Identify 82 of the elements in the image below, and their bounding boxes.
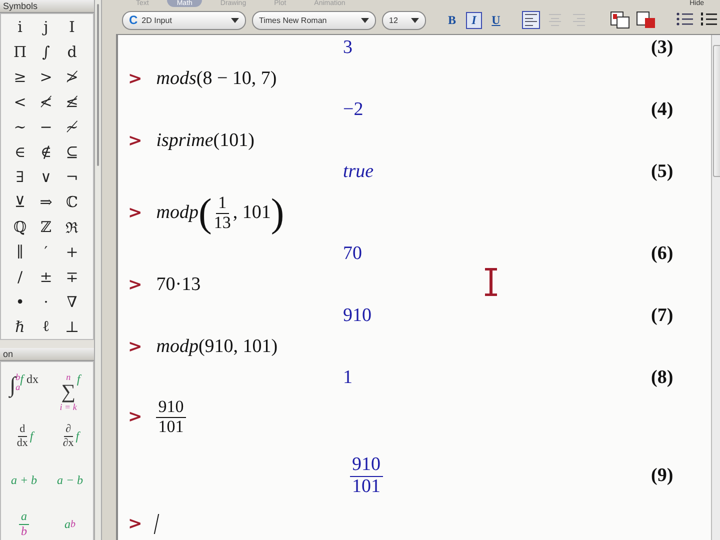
symbol-button[interactable]: ≮ (33, 89, 59, 114)
scrollbar-thumb[interactable] (97, 4, 99, 166)
equation-label: (8) (651, 367, 674, 389)
prompt-marker: > (128, 131, 142, 151)
symbol-button[interactable]: ∉ (33, 139, 59, 164)
symbol-button[interactable]: • (7, 289, 33, 314)
symbol-button[interactable]: d (59, 39, 85, 64)
symbol-button[interactable]: ⊆ (59, 139, 85, 164)
symbol-button[interactable]: ℚ (7, 214, 33, 239)
symbol-button[interactable]: ≥ (7, 64, 33, 89)
symbol-button[interactable]: ℏ (7, 314, 33, 339)
size-dropdown[interactable]: 12 (382, 10, 426, 30)
text-cursor-icon (484, 268, 498, 296)
symbol-button[interactable]: > (33, 64, 59, 89)
math-input[interactable]: modp(910, 101) (156, 336, 278, 358)
symbol-button[interactable]: ∫ (33, 39, 59, 64)
symbol-button[interactable]: + (59, 239, 85, 264)
symbol-button[interactable]: ′ (33, 239, 59, 264)
prompt-marker: > (128, 69, 142, 89)
math-output: 70 (343, 243, 362, 265)
text-style-button[interactable]: I (466, 12, 482, 28)
prompt-marker: > (128, 203, 142, 223)
symbol-button[interactable]: ℜ (59, 214, 85, 239)
symbol-button[interactable]: i (7, 14, 33, 39)
scrollbar-thumb[interactable] (713, 45, 720, 177)
symbol-button[interactable]: ¬ (59, 164, 85, 189)
prompt-marker: > (128, 275, 142, 295)
symbol-button[interactable]: ≯ (59, 64, 85, 89)
symbol-button[interactable]: ∥ (7, 239, 33, 264)
symbol-button[interactable]: ⊥ (59, 314, 85, 339)
symbol-button[interactable]: − (33, 114, 59, 139)
symbol-button[interactable]: ∨ (33, 164, 59, 189)
caret-icon (411, 18, 419, 22)
input-mode-dropdown[interactable]: C 2D Input (122, 10, 246, 30)
math-input[interactable]: isprime(101) (156, 130, 254, 152)
caret-icon (231, 18, 239, 22)
equation-label: (7) (651, 305, 674, 327)
symbol-button[interactable]: I (59, 14, 85, 39)
palette-header[interactable]: on (0, 348, 94, 361)
prompt-marker: > (128, 514, 142, 534)
equation-label: (5) (651, 161, 674, 183)
symbol-button[interactable]: j (33, 14, 59, 39)
fraction-template[interactable]: a b (1, 502, 47, 540)
math-output: 3 (343, 37, 352, 59)
symbol-button[interactable]: ℤ (33, 214, 59, 239)
text-style-button[interactable]: B (444, 12, 460, 28)
symbol-button[interactable]: · (33, 289, 59, 314)
math-output: −2 (343, 99, 364, 121)
equation-label: (3) (651, 37, 674, 59)
align-left-button[interactable] (522, 11, 540, 29)
symbol-button[interactable]: ℂ (59, 189, 85, 214)
font-dropdown[interactable]: Times New Roman (252, 10, 376, 30)
math-input[interactable]: 70·13 (156, 274, 201, 296)
numbered-list-icon[interactable] (700, 12, 718, 28)
symbol-button[interactable]: ∇ (59, 289, 85, 314)
symbol-button[interactable]: ⊻ (7, 189, 33, 214)
symbol-button[interactable]: ⇒ (33, 189, 59, 214)
text-style-button[interactable]: U (488, 12, 504, 28)
caret-icon (361, 18, 369, 22)
equation-label: (9) (651, 465, 674, 487)
symbol-button[interactable]: / (7, 264, 33, 289)
symbol-button[interactable]: ∈ (7, 139, 33, 164)
symbol-button[interactable]: Π (7, 39, 33, 64)
math-output: 910 101 (350, 454, 382, 498)
math-output: 910 (343, 305, 372, 327)
symbol-button[interactable]: ℓ (33, 314, 59, 339)
math-input[interactable]: mods(8 − 10, 7) (156, 68, 277, 90)
bullet-list-icon[interactable] (676, 12, 694, 28)
palette-header[interactable]: Symbols (0, 0, 94, 13)
symbol-button[interactable]: ∃ (7, 164, 33, 189)
symbol-button[interactable]: ≰ (59, 89, 85, 114)
prompt-marker: > (128, 407, 142, 427)
equation-label: (6) (651, 243, 674, 265)
symbol-button[interactable]: ≁ (59, 114, 85, 139)
equation-label: (4) (651, 99, 674, 121)
math-output: true (343, 161, 374, 183)
prompt-marker: > (128, 337, 142, 357)
symbol-button[interactable]: < (7, 89, 33, 114)
symbol-button[interactable]: ± (33, 264, 59, 289)
math-output: 1 (343, 367, 352, 389)
symbol-button[interactable]: ∼ (7, 114, 33, 139)
symbol-button[interactable]: ∓ (59, 264, 85, 289)
